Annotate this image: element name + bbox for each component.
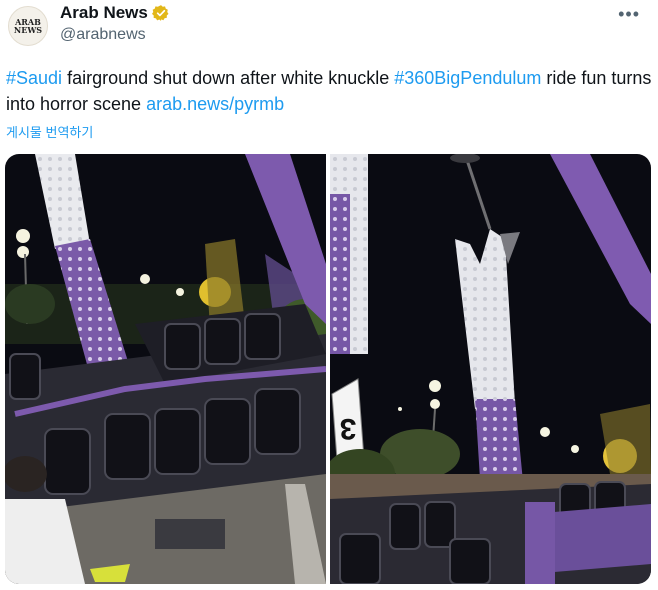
author-handle[interactable]: @arabnews [60,26,146,44]
photo-ride-seats[interactable] [5,154,326,584]
photo-broken-tower[interactable]: 3 [330,154,651,584]
verified-badge-icon [151,5,169,21]
author-row: Arab News [60,3,170,23]
tweet-text: #Saudi fairground shut down after white … [6,65,656,117]
avatar[interactable]: ARAB NEWS [8,6,48,46]
avatar-logo-text: ARAB NEWS [13,17,43,35]
photo-ride-seats-image [5,154,326,584]
article-link[interactable]: arab.news/pyrmb [146,94,284,114]
ride-number-text: 3 [340,412,357,445]
hashtag-saudi[interactable]: #Saudi [6,68,62,88]
hashtag-360bigpendulum[interactable]: #360BigPendulum [394,68,541,88]
author-name[interactable]: Arab News [60,3,148,23]
media-grid: 3 [5,154,651,584]
tweet-text-part1: fairground shut down after white knuckle [62,68,395,88]
translate-post-link[interactable]: 게시물 번역하기 [6,122,93,141]
more-options-icon[interactable]: ••• [618,4,640,25]
photo-broken-tower-image: 3 [330,154,651,584]
